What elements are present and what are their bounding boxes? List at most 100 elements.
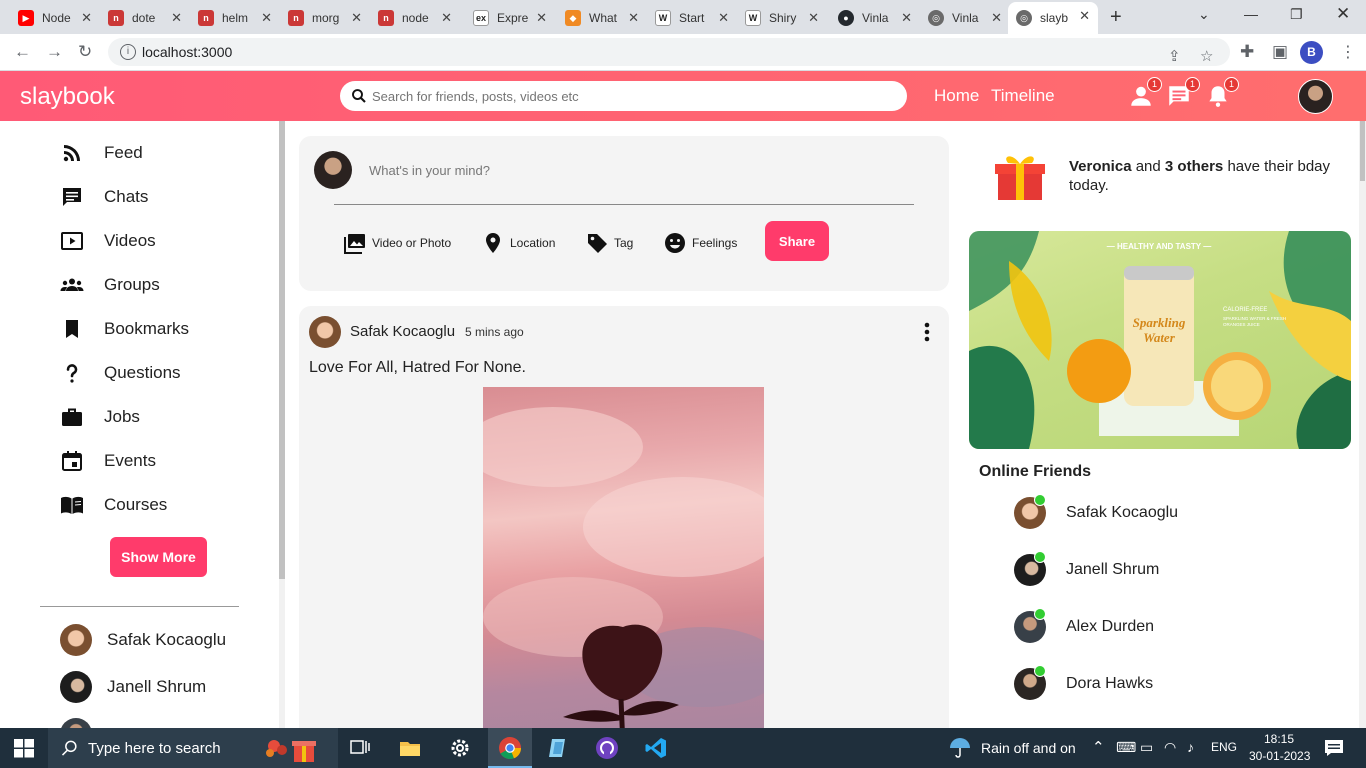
tab-search-icon[interactable]: ⌄ bbox=[1198, 6, 1210, 23]
post-author[interactable]: Safak Kocaoglu bbox=[350, 323, 455, 340]
app-logo[interactable]: slaybook bbox=[20, 83, 115, 111]
share-button[interactable]: Share bbox=[765, 221, 829, 261]
language-indicator[interactable]: ENG bbox=[1211, 740, 1237, 754]
share-page-icon[interactable]: ⇪ bbox=[1168, 47, 1181, 65]
windows-start-icon[interactable] bbox=[12, 736, 36, 760]
search-input[interactable]: Search for friends, posts, videos etc bbox=[340, 81, 907, 111]
close-tab-icon[interactable]: ✕ bbox=[171, 10, 182, 26]
battery-icon[interactable]: ▭ bbox=[1140, 739, 1153, 756]
online-friend[interactable]: Alex Durden bbox=[1014, 608, 1154, 643]
online-friend[interactable]: Janell Shrum bbox=[1014, 551, 1159, 586]
sidebar-friend[interactable]: Janell Shrum bbox=[60, 671, 206, 703]
close-tab-icon[interactable]: ✕ bbox=[351, 10, 362, 26]
browser-tab[interactable]: n dote ✕ bbox=[100, 4, 190, 32]
notification-center-icon[interactable] bbox=[1322, 736, 1346, 760]
nav-home-link[interactable]: Home bbox=[934, 86, 979, 106]
friend-requests-button[interactable]: 1 bbox=[1128, 77, 1162, 109]
close-tab-icon[interactable]: ✕ bbox=[901, 10, 912, 26]
close-tab-icon[interactable]: ✕ bbox=[808, 10, 819, 26]
clock-time[interactable]: 18:15 bbox=[1264, 732, 1294, 746]
sidebar-friend[interactable]: Safak Kocaoglu bbox=[60, 624, 226, 656]
sidebar-scrollbar-thumb[interactable] bbox=[279, 121, 285, 579]
sidebar-friend[interactable] bbox=[60, 718, 92, 728]
taskbar-search-input[interactable]: Type here to search bbox=[48, 728, 338, 768]
task-view-icon[interactable] bbox=[348, 736, 372, 760]
chrome-icon[interactable] bbox=[498, 736, 522, 760]
chevron-up-icon[interactable]: ⌃ bbox=[1092, 738, 1105, 756]
browser-profile-avatar[interactable]: B bbox=[1300, 41, 1323, 64]
nav-timeline-link[interactable]: Timeline bbox=[991, 86, 1055, 106]
show-more-button[interactable]: Show More bbox=[110, 537, 207, 577]
new-tab-button[interactable]: + bbox=[1110, 6, 1122, 29]
reload-icon[interactable]: ↻ bbox=[78, 42, 92, 62]
address-bar[interactable]: i localhost:3000 ⇪ ☆ bbox=[108, 38, 1230, 66]
azure-data-studio-icon[interactable] bbox=[546, 736, 570, 760]
sidebar-item-videos[interactable]: Videos bbox=[60, 229, 156, 253]
side-panel-icon[interactable]: ▣ bbox=[1272, 42, 1288, 62]
close-tab-icon[interactable]: ✕ bbox=[628, 10, 639, 26]
weather-text[interactable]: Rain off and on bbox=[981, 740, 1076, 756]
wifi-icon[interactable]: ◠ bbox=[1164, 739, 1176, 756]
sidebar-item-events[interactable]: Events bbox=[60, 449, 156, 473]
sidebar-item-bookmarks[interactable]: Bookmarks bbox=[60, 317, 189, 341]
browser-menu-icon[interactable]: ⋮ bbox=[1340, 42, 1356, 62]
browser-tab[interactable]: W Start ✕ bbox=[647, 4, 737, 32]
maximize-button[interactable]: ❐ bbox=[1290, 6, 1303, 23]
page-scrollbar[interactable] bbox=[1359, 121, 1366, 728]
settings-gear-icon[interactable] bbox=[448, 736, 472, 760]
browser-tab[interactable]: ● Vinla ✕ bbox=[830, 4, 920, 32]
bookmark-star-icon[interactable]: ☆ bbox=[1200, 47, 1213, 65]
close-tab-icon[interactable]: ✕ bbox=[991, 10, 1002, 26]
close-tab-icon[interactable]: ✕ bbox=[536, 10, 547, 26]
browser-tab[interactable]: n node ✕ bbox=[370, 4, 460, 32]
sidebar-item-courses[interactable]: Courses bbox=[60, 493, 167, 517]
post-image[interactable] bbox=[483, 387, 764, 746]
close-tab-icon[interactable]: ✕ bbox=[81, 10, 92, 26]
clock-date[interactable]: 30-01-2023 bbox=[1249, 749, 1310, 763]
browser-tab[interactable]: ▶ Node ✕ bbox=[10, 4, 100, 32]
sidebar-item-feed[interactable]: Feed bbox=[60, 141, 143, 165]
online-friend[interactable]: Safak Kocaoglu bbox=[1014, 494, 1178, 529]
browser-tab[interactable]: n helm ✕ bbox=[190, 4, 280, 32]
sidebar-item-groups[interactable]: Groups bbox=[60, 273, 160, 297]
browser-tab-active[interactable]: ◎ slayb ✕ bbox=[1008, 2, 1098, 34]
advertisement-image[interactable]: — HEALTHY AND TASTY — Sparkling Water CA… bbox=[969, 231, 1351, 449]
messages-button[interactable]: 1 bbox=[1166, 77, 1200, 109]
close-window-button[interactable]: ✕ bbox=[1336, 4, 1350, 24]
more-vert-icon[interactable] bbox=[919, 320, 935, 344]
close-tab-icon[interactable]: ✕ bbox=[718, 10, 729, 26]
close-tab-icon[interactable]: ✕ bbox=[441, 10, 452, 26]
share-option-location[interactable]: Location bbox=[481, 231, 555, 255]
sidebar-item-questions[interactable]: Questions bbox=[60, 361, 181, 385]
user-avatar[interactable] bbox=[1298, 79, 1333, 114]
share-input[interactable]: What's in your mind? bbox=[369, 163, 490, 178]
github-desktop-icon[interactable] bbox=[595, 736, 619, 760]
close-tab-icon[interactable]: ✕ bbox=[1079, 8, 1090, 24]
share-option-photo[interactable]: Video or Photo bbox=[343, 231, 451, 255]
browser-tab[interactable]: n morg ✕ bbox=[280, 4, 370, 32]
back-arrow-icon[interactable]: ← bbox=[14, 42, 31, 62]
browser-tab[interactable]: ◆ What ✕ bbox=[557, 4, 647, 32]
left-sidebar: Feed Chats Videos Groups Bookmarks Quest… bbox=[0, 121, 280, 728]
file-explorer-icon[interactable] bbox=[398, 736, 422, 760]
online-status-dot bbox=[1034, 551, 1046, 563]
browser-tab[interactable]: ex Expre ✕ bbox=[465, 4, 555, 32]
close-tab-icon[interactable]: ✕ bbox=[261, 10, 272, 26]
meet-now-icon[interactable]: ⌨ bbox=[1116, 739, 1136, 756]
browser-tab[interactable]: ◎ Vinla ✕ bbox=[920, 4, 1010, 32]
avatar[interactable] bbox=[309, 316, 341, 348]
extensions-icon[interactable]: ✚ bbox=[1240, 42, 1254, 62]
site-info-icon[interactable]: i bbox=[120, 44, 136, 60]
vscode-icon[interactable] bbox=[644, 736, 668, 760]
share-option-feelings[interactable]: Feelings bbox=[663, 231, 737, 255]
notifications-button[interactable]: 1 bbox=[1205, 77, 1239, 109]
volume-icon[interactable]: ♪ bbox=[1187, 739, 1194, 755]
share-option-tag[interactable]: Tag bbox=[585, 231, 633, 255]
sidebar-item-chats[interactable]: Chats bbox=[60, 185, 148, 209]
minimize-button[interactable]: — bbox=[1244, 6, 1258, 22]
forward-arrow-icon[interactable]: → bbox=[46, 42, 63, 62]
browser-tab[interactable]: W Shiry ✕ bbox=[737, 4, 827, 32]
page-scrollbar-thumb[interactable] bbox=[1360, 121, 1365, 181]
sidebar-item-jobs[interactable]: Jobs bbox=[60, 405, 140, 429]
online-friend[interactable]: Dora Hawks bbox=[1014, 665, 1153, 700]
